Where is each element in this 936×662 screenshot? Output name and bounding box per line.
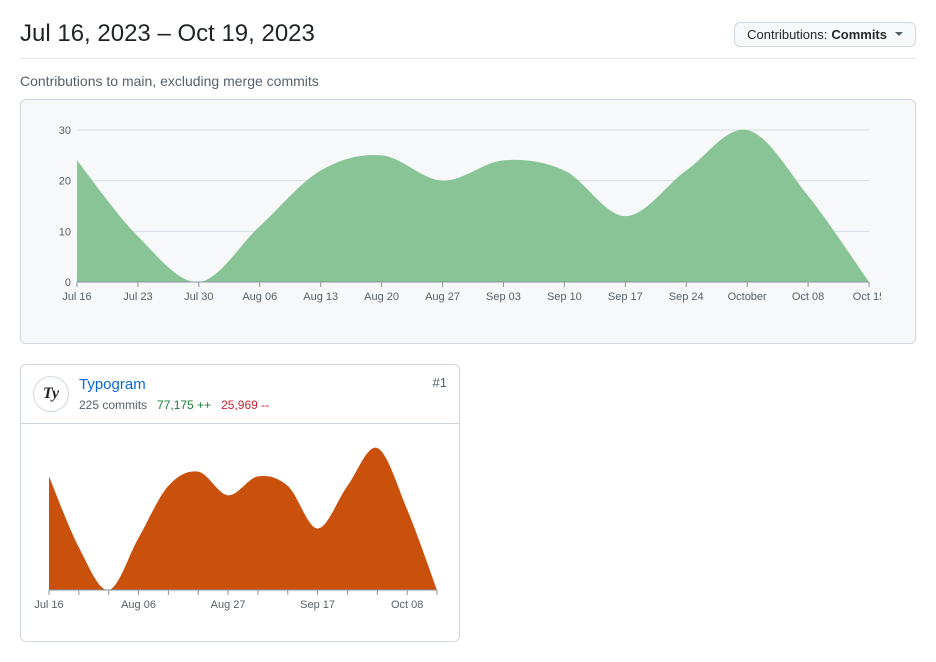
svg-text:Sep 03: Sep 03	[486, 291, 521, 303]
svg-text:Sep 17: Sep 17	[608, 291, 643, 303]
svg-text:Aug 20: Aug 20	[364, 291, 399, 303]
svg-text:Jul 23: Jul 23	[123, 291, 152, 303]
main-area-chart: 0 10 20 30 Jul 16 Jul 23 Jul 30 Aug 06 Aug 13 Aug…	[41, 120, 895, 315]
contributions-dropdown[interactable]: Contributions: Commits	[734, 22, 916, 47]
contributor-card: Ty Typogram 225 commits 77,175 ++ 25,969…	[20, 364, 460, 642]
svg-text:Oct 08: Oct 08	[391, 599, 423, 611]
svg-text:Aug 06: Aug 06	[242, 291, 277, 303]
svg-text:Oct 08: Oct 08	[792, 291, 824, 303]
page-title: Jul 16, 2023 – Oct 19, 2023	[20, 20, 315, 48]
contributor-rank: #1	[433, 375, 447, 390]
svg-text:Aug 06: Aug 06	[121, 599, 156, 611]
svg-text:Aug 13: Aug 13	[303, 291, 338, 303]
svg-text:Oct 15: Oct 15	[853, 291, 881, 303]
dropdown-value: Commits	[831, 27, 887, 42]
deletions-count: 25,969 --	[221, 398, 269, 414]
svg-text:Jul 30: Jul 30	[184, 291, 213, 303]
commits-count: 225 commits	[79, 398, 147, 414]
svg-text:20: 20	[59, 176, 71, 188]
main-chart-card: 0 10 20 30 Jul 16 Jul 23 Jul 30 Aug 06 Aug 13 Aug…	[20, 99, 916, 344]
svg-text:10: 10	[59, 226, 71, 238]
svg-text:Aug 27: Aug 27	[425, 291, 460, 303]
subtitle-text: Contributions to main, excluding merge c…	[20, 73, 916, 89]
contributor-area-chart: Jul 16 Aug 06 Aug 27 Sep 17 Oct 08	[29, 438, 451, 623]
svg-text:Aug 27: Aug 27	[211, 599, 246, 611]
svg-text:Jul 16: Jul 16	[34, 599, 63, 611]
svg-text:Sep 24: Sep 24	[669, 291, 704, 303]
additions-count: 77,175 ++	[157, 398, 211, 414]
svg-text:30: 30	[59, 125, 71, 137]
svg-text:Sep 17: Sep 17	[300, 599, 335, 611]
dropdown-label: Contributions:	[747, 27, 827, 42]
svg-text:Jul 16: Jul 16	[62, 291, 91, 303]
svg-text:Sep 10: Sep 10	[547, 291, 582, 303]
svg-text:0: 0	[65, 277, 71, 289]
contributor-name-link[interactable]: Typogram	[79, 376, 146, 393]
chevron-down-icon	[895, 32, 903, 36]
avatar: Ty	[33, 376, 69, 412]
svg-text:October: October	[728, 291, 767, 303]
